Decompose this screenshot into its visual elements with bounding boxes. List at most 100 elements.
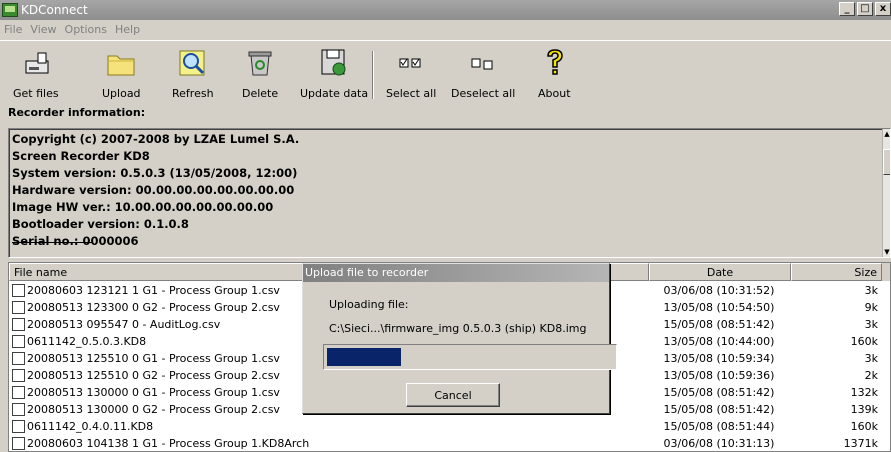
question-mark-icon [538, 47, 570, 79]
file-name-cell: 20080603 104138 1 G1 - Process Group 1.K… [12, 435, 646, 451]
file-name: 20080603 123121 1 G1 - Process Group 1.c… [27, 284, 280, 297]
scroll-thumb[interactable] [883, 149, 890, 175]
scroll-up-icon[interactable]: ▲ [883, 129, 890, 139]
file-date: 15/05/08 (08:51:42) [663, 318, 775, 331]
file-size: 3k [864, 284, 878, 297]
info-line: Bootloader version: 0.1.0.8 [12, 217, 189, 231]
row-checkbox[interactable] [12, 420, 25, 433]
divider [12, 242, 92, 243]
get-files-icon [20, 47, 52, 79]
progress-fill [327, 348, 401, 366]
upload-label: Upload [102, 87, 141, 100]
deselect-all-label: Deselect all [451, 87, 516, 100]
info-line: Copyright (c) 2007-2008 by LZAE Lumel S.… [12, 132, 300, 146]
update-data-label: Update data [300, 87, 369, 100]
file-size: 2k [864, 369, 878, 382]
file-date: 13/05/08 (10:54:50) [663, 301, 775, 314]
minimize-button[interactable]: _ [839, 2, 855, 16]
info-scrollbar[interactable]: ▲ ▼ [882, 129, 890, 257]
delete-label: Delete [242, 87, 279, 100]
scroll-down-icon[interactable]: ▼ [883, 247, 890, 257]
toolbar-separator [372, 51, 374, 99]
select-all-label: Select all [386, 87, 437, 100]
about-label: About [538, 87, 571, 100]
row-checkbox[interactable] [12, 386, 25, 399]
file-date: 15/05/08 (08:51:42) [663, 403, 775, 416]
info-line: Hardware version: 00.00.00.00.00.00.00.0… [12, 183, 295, 197]
file-date: 15/05/08 (08:51:42) [663, 386, 775, 399]
file-date: 03/06/08 (10:31:52) [663, 284, 775, 297]
file-size: 1371k [843, 437, 878, 450]
upload-dialog: Upload file to recorder Uploading file: … [302, 263, 617, 414]
file-name: 20080513 095547 0 - AuditLog.csv [27, 318, 221, 331]
file-name: 20080513 130000 0 G1 - Process Group 1.c… [27, 386, 280, 399]
row-checkbox[interactable] [12, 318, 25, 331]
refresh-label: Refresh [172, 87, 214, 100]
folder-icon [105, 47, 137, 79]
file-date: 13/05/08 (10:59:34) [663, 352, 775, 365]
recorder-info-label: Recorder information: [8, 106, 146, 119]
select-all-button[interactable]: Select all [386, 47, 436, 100]
file-name: 20080513 130000 0 G2 - Process Group 2.c… [27, 403, 280, 416]
row-checkbox[interactable] [12, 352, 25, 365]
upload-button[interactable]: Upload [102, 47, 141, 100]
file-size: 160k [850, 420, 878, 433]
dialog-title: Upload file to recorder [303, 264, 609, 282]
dialog-file-path: C:\Sieci...\firmware_img 0.5.0.3 (ship) … [329, 322, 587, 335]
file-date: 13/05/08 (10:44:00) [663, 335, 775, 348]
info-line: Screen Recorder KD8 [12, 149, 150, 163]
file-size: 132k [850, 386, 878, 399]
file-name: 0611142_0.4.0.11.KD8 [27, 420, 154, 433]
menu-file[interactable]: File [4, 23, 22, 36]
update-data-button[interactable]: Update data [300, 47, 368, 100]
checkboxes-checked-icon [395, 47, 427, 79]
magnifier-icon [177, 47, 209, 79]
column-header-size[interactable]: Size [791, 263, 882, 281]
info-line: Image HW ver.: 10.00.00.00.00.00.00.00 [12, 200, 274, 214]
recorder-info-box[interactable]: Copyright (c) 2007-2008 by LZAE Lumel S.… [8, 128, 891, 258]
refresh-button[interactable]: Refresh [172, 47, 214, 100]
window-controls: _ □ x [837, 2, 891, 16]
row-checkbox[interactable] [12, 369, 25, 382]
close-button[interactable]: x [875, 2, 891, 16]
file-size: 3k [864, 352, 878, 365]
cancel-button[interactable]: Cancel [406, 383, 500, 407]
maximize-button[interactable]: □ [857, 2, 873, 16]
file-date: 13/05/08 (10:59:36) [663, 369, 775, 382]
file-date: 15/05/08 (08:51:44) [663, 420, 775, 433]
upload-progress-bar [323, 344, 617, 370]
column-header-date[interactable]: Date [649, 263, 791, 281]
title-bar: KDConnect _ □ x [0, 0, 891, 20]
row-checkbox[interactable] [12, 301, 25, 314]
dialog-message: Uploading file: [329, 298, 409, 311]
floppy-disk-icon [318, 47, 350, 79]
row-checkbox[interactable] [12, 437, 25, 450]
file-size: 3k [864, 318, 878, 331]
row-checkbox[interactable] [12, 335, 25, 348]
row-checkbox[interactable] [12, 403, 25, 416]
file-name: 20080513 125510 0 G2 - Process Group 2.c… [27, 369, 280, 382]
info-line: System version: 0.5.0.3 (13/05/2008, 12:… [12, 166, 298, 180]
file-size: 160k [850, 335, 878, 348]
app-icon [2, 3, 18, 17]
file-size: 139k [850, 403, 878, 416]
table-row[interactable]: 0611142_0.4.0.11.KD8 15/05/08 (08:51:44) 1… [9, 418, 890, 435]
get-files-button[interactable]: Get files [13, 47, 59, 100]
menu-view[interactable]: View [30, 23, 56, 36]
menu-options[interactable]: Options [65, 23, 107, 36]
checkboxes-empty-icon [467, 47, 499, 79]
menu-help[interactable]: Help [115, 23, 140, 36]
file-name: 20080603 104138 1 G1 - Process Group 1.K… [27, 437, 310, 450]
row-checkbox[interactable] [12, 284, 25, 297]
about-button[interactable]: About [538, 47, 571, 100]
table-row[interactable]: 20080603 104138 1 G1 - Process Group 1.K… [9, 435, 890, 451]
window-title: KDConnect [21, 3, 88, 17]
recorder-info-text: Copyright (c) 2007-2008 by LZAE Lumel S.… [12, 131, 299, 250]
file-size: 9k [864, 301, 878, 314]
file-name: 20080513 125510 0 G1 - Process Group 1.c… [27, 352, 280, 365]
file-name-cell: 0611142_0.4.0.11.KD8 [12, 418, 646, 435]
file-name: 20080513 123300 0 G2 - Process Group 2.c… [27, 301, 280, 314]
delete-button[interactable]: Delete [242, 47, 278, 100]
deselect-all-button[interactable]: Deselect all [451, 47, 515, 100]
recycle-bin-icon [244, 47, 276, 79]
